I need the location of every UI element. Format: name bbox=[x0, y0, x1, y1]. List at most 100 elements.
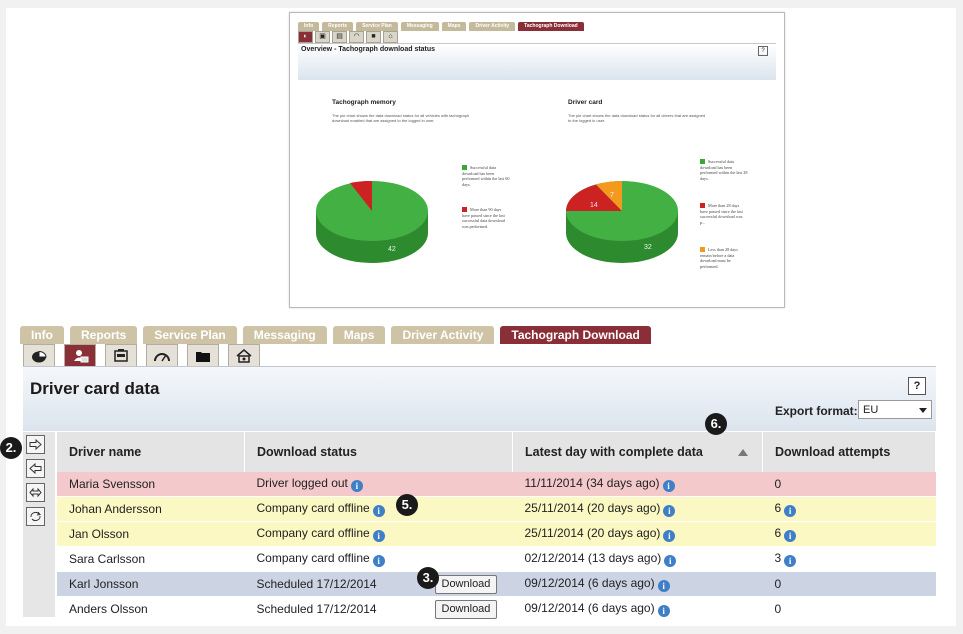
driver-card-button[interactable] bbox=[64, 344, 96, 366]
refresh-icon bbox=[30, 511, 41, 521]
overview-thumbnail: Info Reports Service Plan Messaging Maps… bbox=[289, 12, 785, 308]
info-icon[interactable]: i bbox=[657, 605, 670, 617]
tab-service-plan[interactable]: Service Plan bbox=[143, 326, 237, 344]
card-legend-2: More than 28 days have passed since the … bbox=[700, 203, 743, 225]
table-row[interactable]: Anders Olsson Scheduled 17/12/2014 Downlo… bbox=[57, 596, 936, 622]
cell-download-attempts: 0 bbox=[762, 472, 936, 497]
memory-legend-1: Successful data download has been perfor… bbox=[462, 165, 510, 187]
info-icon[interactable]: i bbox=[372, 505, 385, 517]
download-button[interactable]: Download bbox=[434, 600, 498, 619]
swap-button[interactable] bbox=[26, 483, 45, 502]
svg-text:7: 7 bbox=[610, 192, 614, 199]
card-heading: Driver card bbox=[568, 99, 603, 106]
export-format-label: Export format: bbox=[775, 404, 858, 418]
column-header-driver-name[interactable]: Driver name bbox=[57, 432, 245, 472]
info-icon[interactable]: i bbox=[784, 555, 797, 567]
legend-swatch bbox=[700, 159, 705, 164]
info-icon[interactable]: i bbox=[663, 505, 676, 517]
pie-chart-button[interactable] bbox=[23, 344, 55, 366]
info-icon[interactable]: i bbox=[657, 580, 670, 592]
driver-card-table: Driver name Download status Latest day w… bbox=[57, 432, 936, 622]
info-icon[interactable]: i bbox=[350, 480, 363, 492]
download-button[interactable]: Download bbox=[434, 575, 498, 594]
table-row[interactable]: Maria Svensson Driver logged out i 11/11/… bbox=[57, 472, 936, 497]
arrow-right-icon bbox=[29, 439, 42, 450]
svg-text:32: 32 bbox=[644, 244, 652, 251]
help-icon[interactable]: ? bbox=[908, 377, 926, 395]
info-icon[interactable]: i bbox=[784, 505, 797, 517]
cell-download-status: Company card offline i bbox=[244, 521, 513, 547]
card-legend-3: Less than 28 days remain before a data d… bbox=[700, 247, 738, 269]
speedometer-button[interactable] bbox=[146, 344, 178, 366]
side-action-bar bbox=[23, 432, 55, 617]
thumb-tab: Reports bbox=[322, 22, 354, 31]
column-header-download-status[interactable]: Download status bbox=[244, 432, 513, 472]
main-tabs: Info Reports Service Plan Messaging Maps… bbox=[20, 326, 651, 344]
tab-maps[interactable]: Maps bbox=[332, 326, 386, 344]
column-header-latest-day-label: Latest day with complete data bbox=[525, 444, 703, 459]
export-format-select[interactable]: EU bbox=[858, 400, 932, 419]
tab-info[interactable]: Info bbox=[20, 326, 64, 344]
refresh-button[interactable] bbox=[26, 507, 45, 526]
cell-latest-day: 09/12/2014 (6 days ago) i bbox=[512, 596, 763, 622]
table-row-selected[interactable]: Karl Jonsson Scheduled 17/12/2014 Downloa… bbox=[57, 571, 936, 597]
tab-messaging[interactable]: Messaging bbox=[242, 326, 327, 344]
callout-marker-2: 2. bbox=[0, 437, 22, 459]
cell-download-attempts: 6i bbox=[762, 496, 936, 522]
move-right-button[interactable] bbox=[26, 435, 45, 454]
home-settings-icon: ⌂ bbox=[383, 31, 398, 43]
svg-text:14: 14 bbox=[590, 202, 598, 209]
thumb-tabs: Info Reports Service Plan Messaging Maps… bbox=[298, 22, 584, 31]
pie-chart-icon: ◐ bbox=[298, 31, 313, 43]
page-title: Driver card data bbox=[30, 379, 160, 398]
cell-latest-day: 25/11/2014 (20 days ago) i bbox=[512, 496, 763, 522]
help-icon: ? bbox=[758, 46, 768, 56]
table-row[interactable]: Jan Olsson Company card offline i 25/11/2… bbox=[57, 521, 936, 547]
cell-download-status: Scheduled 17/12/2014 Download bbox=[244, 596, 513, 622]
cell-latest-day: 02/12/2014 (13 days ago) i bbox=[512, 546, 763, 572]
table-row[interactable]: Johan Andersson Company card offline i 25… bbox=[57, 496, 936, 522]
tachograph-icon: ▤ bbox=[332, 31, 347, 43]
cell-download-attempts: 3i bbox=[762, 546, 936, 572]
card-description: The pie chart shows the data download st… bbox=[568, 113, 706, 123]
folder-icon: ■ bbox=[366, 31, 381, 43]
driver-card-icon bbox=[74, 349, 89, 362]
folder-button[interactable] bbox=[187, 344, 219, 366]
sort-ascending-icon[interactable] bbox=[738, 449, 748, 456]
info-icon[interactable]: i bbox=[372, 555, 385, 567]
cell-driver-name: Jan Olsson bbox=[57, 521, 245, 547]
info-icon[interactable]: i bbox=[663, 530, 676, 542]
legend-swatch bbox=[462, 207, 467, 212]
column-header-download-attempts[interactable]: Download attempts bbox=[762, 432, 936, 472]
cell-driver-name: Maria Svensson bbox=[57, 472, 245, 497]
cell-driver-name: Sara Carlsson bbox=[57, 546, 245, 572]
thumb-title-bar: Overview - Tachograph download status ? bbox=[298, 43, 776, 80]
info-icon[interactable]: i bbox=[784, 530, 797, 542]
callout-marker-6: 6. bbox=[705, 413, 727, 435]
home-settings-icon bbox=[236, 348, 252, 363]
legend-swatch bbox=[462, 165, 467, 170]
cell-latest-day: 11/11/2014 (34 days ago) i bbox=[512, 472, 763, 497]
thumb-tab: Service Plan bbox=[356, 22, 398, 31]
tachograph-icon bbox=[114, 348, 128, 362]
cell-driver-name: Anders Olsson bbox=[57, 596, 245, 622]
move-left-button[interactable] bbox=[26, 459, 45, 478]
home-settings-button[interactable] bbox=[228, 344, 260, 366]
callout-marker-3: 3. bbox=[417, 567, 439, 589]
thumb-tab: Driver Activity bbox=[469, 22, 516, 31]
info-icon[interactable]: i bbox=[372, 530, 385, 542]
info-icon[interactable]: i bbox=[664, 555, 677, 567]
tab-driver-activity[interactable]: Driver Activity bbox=[391, 326, 495, 344]
cell-latest-day: 25/11/2014 (20 days ago) i bbox=[512, 521, 763, 547]
cell-latest-day: 09/12/2014 (6 days ago) i bbox=[512, 571, 763, 597]
column-header-latest-day[interactable]: Latest day with complete data bbox=[512, 432, 763, 472]
swap-icon bbox=[29, 487, 42, 498]
tab-tachograph-download[interactable]: Tachograph Download bbox=[500, 326, 651, 344]
tab-reports[interactable]: Reports bbox=[70, 326, 138, 344]
tachograph-button[interactable] bbox=[105, 344, 137, 366]
speedometer-icon: ◠ bbox=[349, 31, 364, 43]
page-header: Driver card data ? Export format: EU bbox=[23, 366, 936, 431]
speedometer-icon bbox=[154, 352, 170, 361]
table-row[interactable]: Sara Carlsson Company card offline i 02/1… bbox=[57, 546, 936, 572]
info-icon[interactable]: i bbox=[662, 480, 675, 492]
